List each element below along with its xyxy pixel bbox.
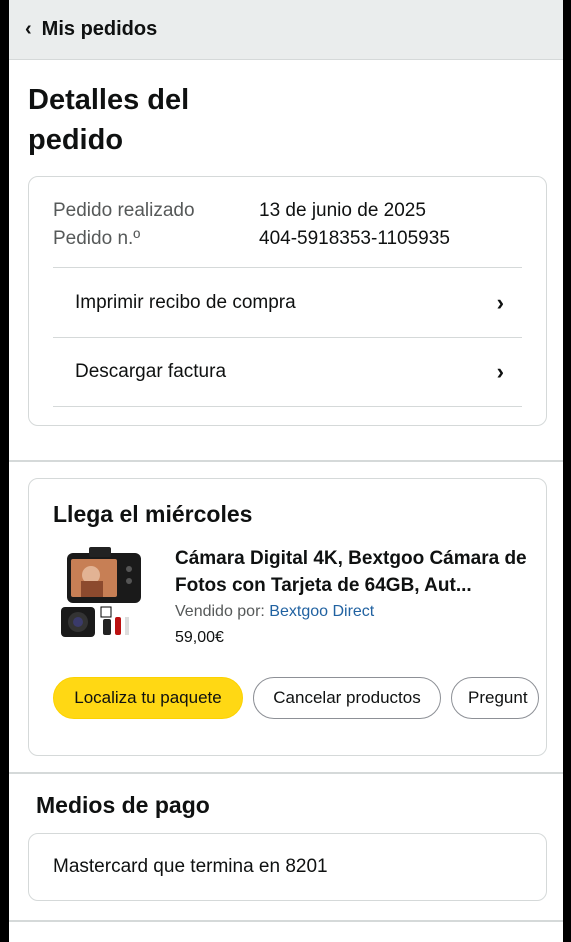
back-navigation[interactable]: ‹ Mis pedidos xyxy=(9,0,563,60)
order-number-value: 404-5918353-1105935 xyxy=(259,228,450,249)
app-screen: ‹ Mis pedidos Detalles del pedido Pedido… xyxy=(9,0,563,942)
order-date-label: Pedido realizado xyxy=(53,200,195,221)
order-date-value: 13 de junio de 2025 xyxy=(259,200,426,221)
delivery-title: Llega el miércoles xyxy=(53,501,253,527)
payment-section-title: Medios de pago xyxy=(36,792,210,818)
product-thumbnail[interactable] xyxy=(53,545,153,645)
product-price: 59,00€ xyxy=(175,629,224,646)
download-invoice-label[interactable]: Descargar factura xyxy=(75,361,226,383)
product-item[interactable]: Cámara Digital 4K, Bextgoo Cámara de Fot… xyxy=(53,545,532,647)
payment-method-text: Mastercard que termina en 8201 xyxy=(53,856,328,877)
cancel-items-button[interactable]: Cancelar productos xyxy=(253,677,441,719)
payment-method-card: Mastercard que termina en 8201 xyxy=(28,833,547,901)
seller-line: Vendido por: Bextgoo Direct xyxy=(175,603,532,621)
section-divider xyxy=(9,460,563,462)
chevron-right-icon[interactable]: › xyxy=(497,290,504,316)
print-receipt-link[interactable]: Imprimir recibo de compra › xyxy=(53,267,522,337)
download-invoice-link[interactable]: Descargar factura › xyxy=(53,337,522,407)
back-label[interactable]: Mis pedidos xyxy=(42,18,158,41)
order-summary-card: Pedido realizado 13 de junio de 2025 Ped… xyxy=(28,176,547,426)
section-divider xyxy=(9,920,563,922)
order-number-label: Pedido n.º xyxy=(53,228,141,249)
delivery-actions: Localiza tu paquete Cancelar productos P… xyxy=(53,677,539,719)
section-divider xyxy=(9,772,563,774)
chevron-left-icon[interactable]: ‹ xyxy=(25,18,32,41)
chevron-right-icon[interactable]: › xyxy=(497,359,504,385)
product-title[interactable]: Cámara Digital 4K, Bextgoo Cámara de Fot… xyxy=(175,545,532,599)
page-title: Detalles del pedido xyxy=(28,84,190,156)
delivery-card: Llega el miércoles Cámara Digital 4K, Be… xyxy=(28,478,547,756)
track-package-button[interactable]: Localiza tu paquete xyxy=(53,677,243,719)
camera-product-image xyxy=(61,547,141,637)
seller-link[interactable]: Bextgoo Direct xyxy=(269,603,374,620)
ask-question-button[interactable]: Pregunt xyxy=(451,677,539,719)
sold-by-label: Vendido por: xyxy=(175,603,270,620)
print-receipt-label[interactable]: Imprimir recibo de compra xyxy=(75,292,296,314)
